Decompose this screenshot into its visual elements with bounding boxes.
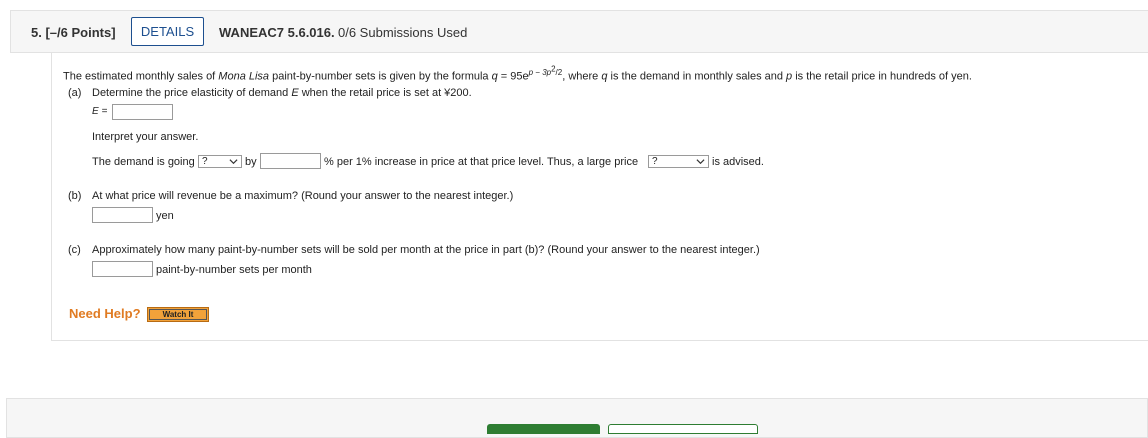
elasticity-input[interactable] bbox=[112, 104, 173, 120]
interpret-label: Interpret your answer. bbox=[92, 131, 199, 143]
advised-text: is advised. bbox=[712, 156, 764, 168]
product-name: Mona Lisa bbox=[218, 70, 270, 83]
part-c-unit: paint-by-number sets per month bbox=[156, 264, 312, 276]
percent-input[interactable] bbox=[260, 153, 321, 169]
chevron-down-icon bbox=[229, 159, 238, 165]
part-c-label: (c) bbox=[68, 244, 81, 256]
e-label: E = bbox=[92, 106, 108, 117]
need-help-label: Need Help? bbox=[69, 306, 141, 321]
submissions-count: 0/6 Submissions Used bbox=[338, 25, 468, 40]
details-button[interactable]: DETAILS bbox=[131, 17, 204, 46]
part-b-label: (b) bbox=[68, 190, 82, 202]
formula: = 95e bbox=[497, 70, 529, 83]
intro-text: is the retail price in hundreds of yen. bbox=[792, 70, 972, 83]
formula-exponent: p − 3p2/2 bbox=[528, 64, 563, 77]
intro-text: is the demand in monthly sales and bbox=[607, 70, 787, 83]
part-a-label: (a) bbox=[68, 87, 82, 99]
question-number: 5. [–/6 Points] bbox=[31, 25, 116, 40]
part-b-question: At what price will revenue be a maximum?… bbox=[92, 190, 514, 202]
select-value: ? bbox=[202, 156, 208, 167]
submit-button[interactable] bbox=[487, 424, 600, 434]
intro-text: The estimated monthly sales of bbox=[63, 70, 219, 83]
part-c-question: Approximately how many paint-by-number s… bbox=[92, 244, 760, 256]
intro-text: , where bbox=[562, 70, 602, 83]
chevron-down-icon bbox=[696, 159, 705, 165]
watch-it-button[interactable]: Watch It bbox=[147, 307, 209, 322]
part-b-unit: yen bbox=[156, 210, 174, 222]
demand-text: The demand is going bbox=[92, 156, 195, 168]
by-text: by bbox=[245, 156, 257, 168]
part-a-question: Determine the price elasticity of demand… bbox=[92, 86, 472, 100]
price-advice-select[interactable]: ? bbox=[648, 155, 709, 168]
select-value: ? bbox=[652, 156, 658, 167]
intro-text: paint-by-number sets is given by the for… bbox=[269, 70, 492, 83]
question-code: WANEAC7 5.6.016. bbox=[219, 25, 335, 40]
problem-statement: The estimated monthly sales of Mona Lisa… bbox=[63, 62, 972, 83]
question-header: 5. [–/6 Points] DETAILS WANEAC7 5.6.016.… bbox=[10, 10, 1148, 53]
demand-direction-select[interactable]: ? bbox=[198, 155, 242, 168]
var-E: E bbox=[291, 87, 299, 99]
percent-text: % per 1% increase in price at that price… bbox=[324, 156, 639, 168]
exponent-text: p − 3p bbox=[528, 67, 552, 77]
question-text: when the retail price is set at ¥200. bbox=[298, 87, 472, 99]
max-revenue-price-input[interactable] bbox=[92, 207, 153, 223]
sets-sold-input[interactable] bbox=[92, 261, 153, 277]
question-text: Determine the price elasticity of demand bbox=[92, 87, 292, 99]
secondary-button[interactable] bbox=[608, 424, 758, 434]
